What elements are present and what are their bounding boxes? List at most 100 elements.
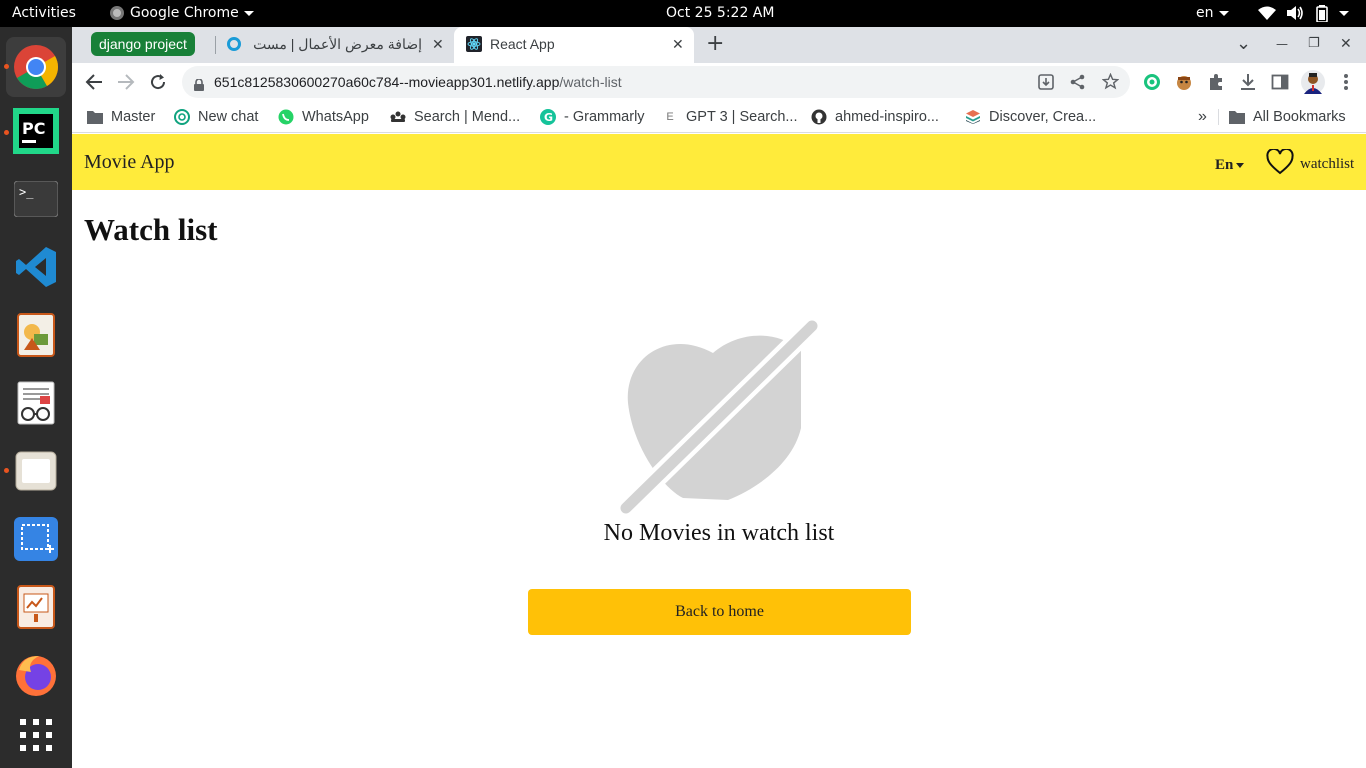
- downloads-icon[interactable]: [1238, 72, 1258, 92]
- chrome-icon[interactable]: [6, 37, 66, 97]
- bookmark-label: Discover, Crea...: [989, 109, 1097, 125]
- openai-icon: [174, 109, 190, 125]
- bookmarks-bar: Master New chat WhatsApp Search | Mend..…: [72, 101, 1366, 133]
- extension-monkey-icon[interactable]: [1174, 72, 1194, 92]
- vscode-icon[interactable]: [12, 243, 60, 291]
- chrome-small-icon: [110, 6, 124, 20]
- bookmark-github[interactable]: ahmed-inspiro...: [811, 101, 939, 133]
- web-page: Movie App En watchlist Watch list No Mov…: [72, 134, 1366, 768]
- activities-button[interactable]: Activities: [12, 0, 76, 27]
- url-path: /watch-list: [559, 74, 622, 90]
- forward-icon[interactable]: [114, 70, 138, 94]
- bookmark-label: ahmed-inspiro...: [835, 109, 939, 125]
- bookmark-star-icon[interactable]: [1101, 72, 1120, 94]
- bookmark-label: - Grammarly: [564, 109, 645, 125]
- screenshot-icon[interactable]: [12, 515, 60, 563]
- close-icon[interactable]: ✕: [672, 27, 684, 61]
- tab-group-label[interactable]: django project: [91, 32, 195, 56]
- empty-state-message: No Movies in watch list: [603, 520, 835, 546]
- running-indicator: [4, 64, 9, 69]
- restore-button[interactable]: ❐: [1308, 27, 1320, 61]
- language-dropdown[interactable]: En: [1215, 134, 1245, 196]
- tab-title: React App: [490, 36, 555, 52]
- install-app-icon[interactable]: [1038, 74, 1054, 94]
- firefox-icon[interactable]: [12, 651, 60, 699]
- draw-icon[interactable]: [12, 311, 60, 359]
- bookmark-discover[interactable]: Discover, Crea...: [965, 101, 1096, 133]
- back-icon[interactable]: [82, 70, 106, 94]
- bookmark-master[interactable]: Master: [87, 101, 155, 133]
- layers-icon: [965, 109, 981, 125]
- extension-target-icon[interactable]: [1142, 72, 1162, 92]
- bookmark-label: WhatsApp: [302, 109, 369, 125]
- impress-icon[interactable]: [12, 583, 60, 631]
- back-to-home-button[interactable]: Back to home: [528, 589, 911, 635]
- tab-strip: django project إضافة معرض الأعمال | مست …: [72, 27, 1366, 63]
- pycharm-icon[interactable]: PC: [12, 107, 60, 155]
- bookmark-label: GPT 3 | Search...: [686, 109, 798, 125]
- bookmark-label: Master: [111, 109, 156, 125]
- brand-link[interactable]: Movie App: [84, 134, 175, 190]
- side-panel-icon[interactable]: [1270, 72, 1290, 92]
- bookmark-gpt3[interactable]: E GPT 3 | Search...: [662, 101, 798, 133]
- gpt-icon: E: [666, 111, 674, 123]
- bookmarks-divider: [1218, 109, 1219, 125]
- watchlist-link[interactable]: watchlist: [1266, 147, 1354, 179]
- input-language-menu[interactable]: en: [1196, 0, 1229, 27]
- url-host: 651c8125830600270a60c784--movieapp301.ne…: [214, 74, 560, 90]
- grammarly-icon: G: [540, 109, 556, 125]
- react-favicon-icon: [466, 36, 482, 55]
- tab-favicon-icon: [227, 37, 241, 51]
- tab-react-app[interactable]: React App ✕: [454, 27, 694, 63]
- tab-divider: [215, 36, 216, 54]
- chrome-menu-icon[interactable]: [1336, 72, 1356, 92]
- system-menu[interactable]: [1334, 0, 1349, 27]
- volume-icon[interactable]: [1286, 6, 1304, 22]
- chevron-down-icon: [243, 10, 254, 16]
- folder-icon: [87, 109, 103, 125]
- bookmark-grammarly[interactable]: G - Grammarly: [540, 101, 645, 133]
- app-navbar: Movie App En watchlist: [72, 134, 1366, 190]
- bookmark-whatsapp[interactable]: WhatsApp: [278, 101, 369, 133]
- mendeley-icon: [390, 109, 406, 125]
- close-window-button[interactable]: ✕: [1340, 27, 1352, 61]
- files-icon[interactable]: [12, 447, 60, 495]
- empty-watchlist-illustration: [616, 316, 822, 518]
- app-grid-icon[interactable]: [12, 711, 60, 759]
- share-icon[interactable]: [1070, 74, 1086, 94]
- reload-icon[interactable]: [146, 70, 170, 94]
- language-label: En: [1215, 157, 1234, 173]
- bookmark-new-chat[interactable]: New chat: [174, 101, 258, 133]
- terminal-icon[interactable]: >_: [12, 175, 60, 223]
- battery-icon[interactable]: [1316, 5, 1328, 23]
- bookmarks-overflow-button[interactable]: »: [1198, 101, 1207, 133]
- chevron-down-icon: [1218, 10, 1229, 16]
- tab-portfolio[interactable]: إضافة معرض الأعمال | مست ✕: [218, 27, 454, 63]
- chevron-down-icon: [1339, 10, 1349, 16]
- new-tab-button[interactable]: +: [706, 27, 724, 61]
- bookmark-label: All Bookmarks: [1253, 109, 1346, 125]
- bookmark-mendeley[interactable]: Search | Mend...: [390, 101, 520, 133]
- app-menu[interactable]: Google Chrome: [110, 0, 254, 27]
- broken-heart-icon: [616, 316, 822, 518]
- address-bar[interactable]: 651c8125830600270a60c784--movieapp301.ne…: [182, 66, 1130, 98]
- browser-toolbar: 651c8125830600270a60c784--movieapp301.ne…: [72, 63, 1366, 101]
- close-icon[interactable]: ✕: [432, 27, 444, 61]
- folder-icon: [1229, 109, 1245, 125]
- whatsapp-icon: [278, 109, 294, 125]
- wifi-icon[interactable]: [1258, 6, 1276, 22]
- clock[interactable]: Oct 25 5:22 AM: [666, 0, 774, 27]
- all-bookmarks-button[interactable]: All Bookmarks: [1229, 101, 1346, 133]
- url-text: 651c8125830600270a60c784--movieapp301.ne…: [214, 66, 622, 98]
- svg-text:PC: PC: [22, 119, 45, 138]
- extensions-puzzle-icon[interactable]: [1206, 72, 1226, 92]
- system-top-bar: Activities Google Chrome Oct 25 5:22 AM …: [0, 0, 1366, 27]
- profile-avatar[interactable]: [1301, 70, 1325, 94]
- minimize-button[interactable]: —: [1276, 27, 1288, 61]
- tab-search-button[interactable]: ⌄: [1236, 27, 1251, 61]
- document-viewer-icon[interactable]: [12, 379, 60, 427]
- site-info-icon[interactable]: [194, 76, 204, 95]
- tab-title: إضافة معرض الأعمال | مست: [253, 36, 422, 52]
- bookmark-label: Search | Mend...: [414, 109, 521, 125]
- dock: PC >_: [0, 27, 72, 768]
